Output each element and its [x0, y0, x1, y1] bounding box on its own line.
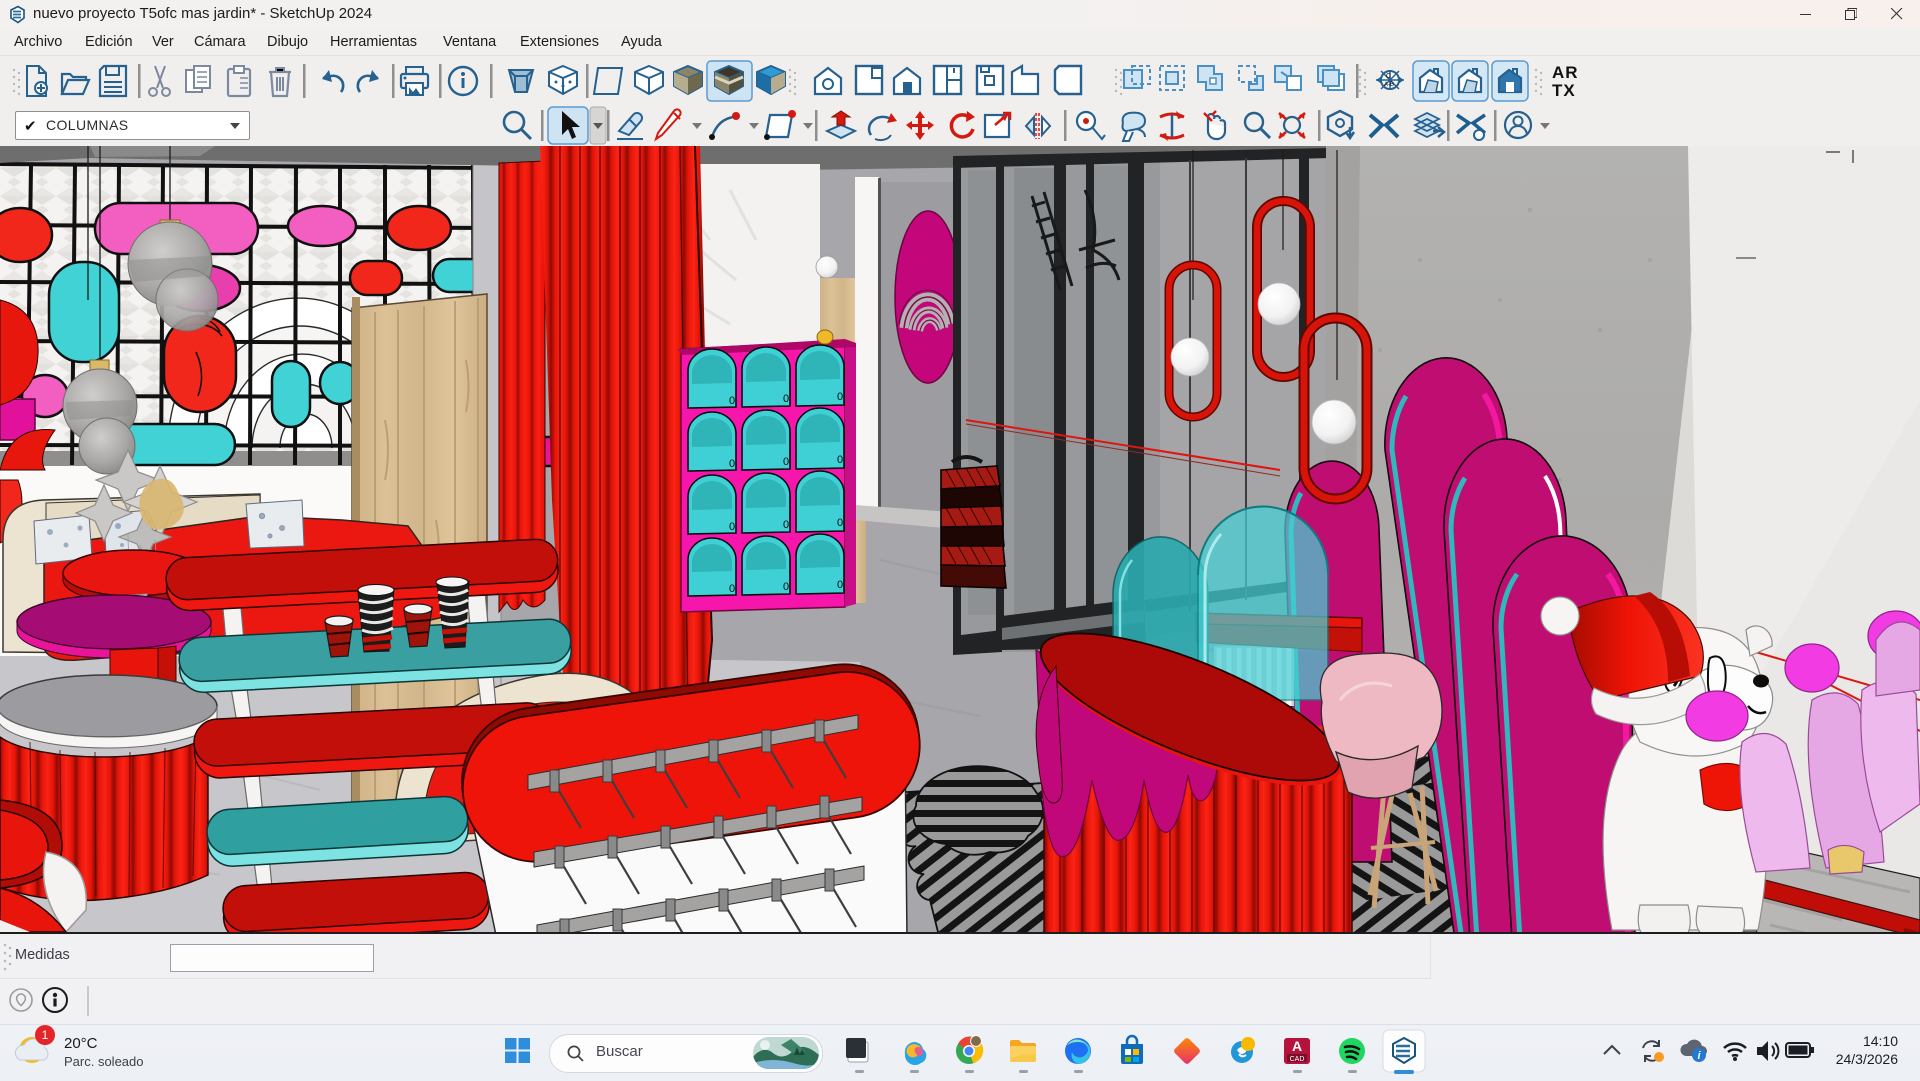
svg-text:TX: TX: [1552, 81, 1576, 100]
svg-text:A-B: A-B: [1384, 82, 1394, 88]
svg-text:0: 0: [729, 521, 735, 533]
svg-text:1: 1: [42, 1028, 49, 1042]
svg-text:A: A: [1292, 1038, 1302, 1054]
svg-text:CAD: CAD: [1290, 1056, 1305, 1063]
svg-text:0: 0: [837, 391, 843, 403]
svg-text:Parc. soleado: Parc. soleado: [64, 1054, 144, 1069]
svg-text:0: 0: [783, 519, 789, 531]
svg-text:20°C: 20°C: [64, 1035, 98, 1052]
svg-text:0: 0: [837, 517, 843, 529]
svg-text:AR: AR: [1552, 63, 1579, 82]
svg-text:0: 0: [783, 581, 789, 593]
svg-text:0: 0: [837, 454, 843, 466]
svg-text:C: C: [1386, 73, 1391, 80]
svg-text:0: 0: [783, 456, 789, 468]
svg-text:0: 0: [729, 395, 735, 407]
svg-text:0: 0: [729, 583, 735, 595]
svg-text:0: 0: [783, 393, 789, 405]
svg-text:0: 0: [837, 579, 843, 591]
svg-text:0: 0: [729, 458, 735, 470]
